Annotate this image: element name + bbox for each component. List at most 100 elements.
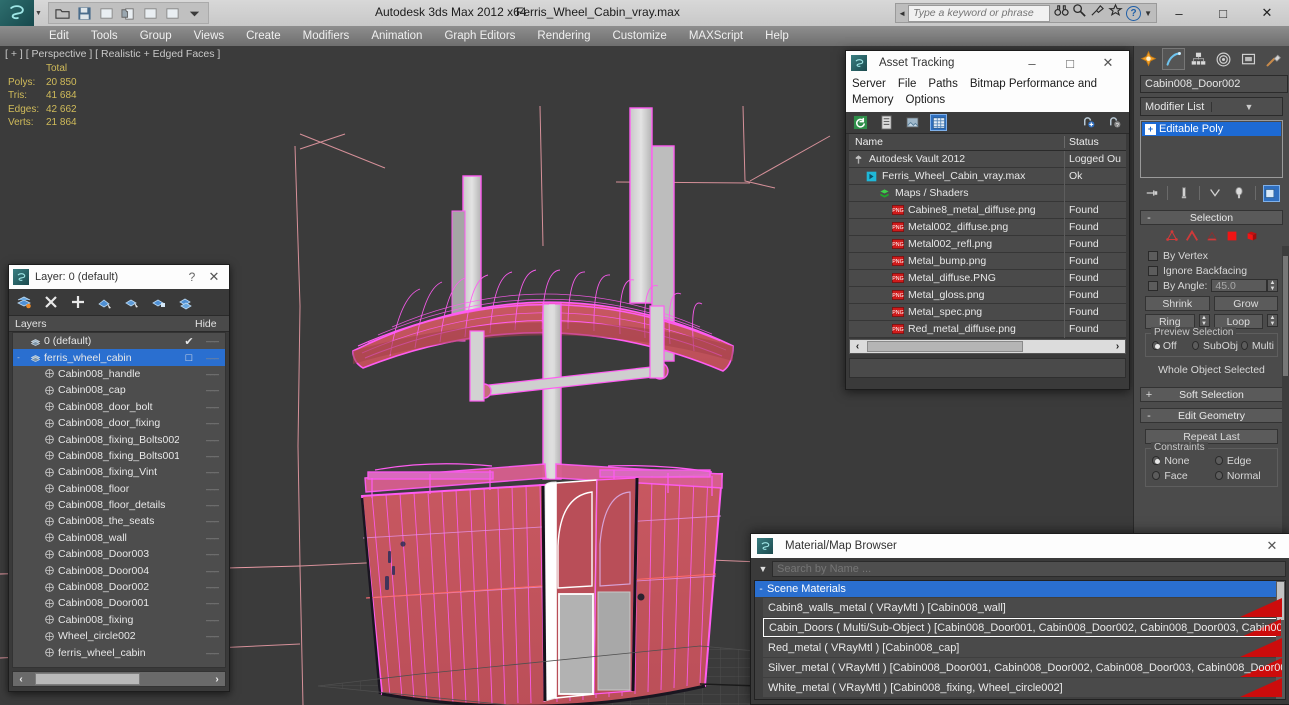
checkbox-ignore-backfacing[interactable]	[1148, 265, 1158, 276]
expander-icon[interactable]: -	[13, 353, 24, 362]
menu-item-modifiers[interactable]: Modifiers	[292, 26, 361, 46]
close-icon[interactable]: ✕	[1089, 55, 1127, 71]
command-panel-scrollbar[interactable]	[1282, 246, 1289, 576]
qat-dropdown-icon[interactable]	[185, 4, 204, 22]
layer-object-row[interactable]: Cabin008_floor ‒‒‒	[13, 481, 225, 497]
close-icon[interactable]: ✕	[203, 269, 225, 285]
collapse-icon[interactable]: -	[1141, 212, 1157, 224]
material-row[interactable]: White_metal ( VRayMtl ) [Cabin008_fixing…	[763, 678, 1282, 697]
layer-list[interactable]: 0 (default) ✔ ‒‒‒ - ferris_wheel_cabin □ ‒‒‒ Ca…	[12, 332, 226, 668]
layer-hide-cell[interactable]: ‒‒‒	[199, 648, 225, 658]
radio-preview-subobj[interactable]	[1192, 341, 1199, 350]
layer-visibility-toggle[interactable]: □	[179, 352, 199, 364]
asset-menu-server[interactable]: Server	[852, 78, 886, 90]
material-row[interactable]: Cabin8_walls_metal ( VRayMtl ) [Cabin008…	[763, 598, 1282, 617]
layer-object-row[interactable]: Cabin008_Door001 ‒‒‒	[13, 595, 225, 611]
expand-icon[interactable]: +	[1141, 389, 1157, 401]
remove-modifier-icon[interactable]	[1231, 185, 1248, 202]
vertex-icon[interactable]	[1165, 229, 1179, 248]
layer-hide-cell[interactable]: ‒‒‒	[199, 533, 225, 543]
material-browser-titlebar[interactable]: Material/Map Browser ✕	[751, 534, 1289, 558]
asset-row[interactable]: Maps / Shaders	[849, 184, 1126, 202]
menu-item-help[interactable]: Help	[754, 26, 800, 46]
new-layer-icon[interactable]	[15, 293, 33, 311]
layer-object-row[interactable]: Cabin008_fixing_Bolts002 ‒‒‒	[13, 431, 225, 447]
menu-item-rendering[interactable]: Rendering	[526, 26, 601, 46]
material-list[interactable]: - Scene Materials Cabin8_walls_metal ( V…	[754, 580, 1286, 700]
layer-hide-cell[interactable]: ‒‒‒	[199, 484, 225, 494]
asset-list-hscrollbar[interactable]: ‹ ›	[849, 339, 1126, 354]
minimize-button[interactable]: –	[1013, 56, 1051, 71]
asset-row[interactable]: Ferris_Wheel_Cabin_vray.max Ok	[849, 167, 1126, 185]
search-options-icon[interactable]: ▼	[754, 564, 772, 574]
checkbox-by-vertex[interactable]	[1148, 250, 1158, 261]
by-angle-row[interactable]: By Angle: 45.0 ▲ ▼	[1142, 278, 1281, 293]
by-angle-value[interactable]: 45.0	[1211, 279, 1267, 292]
radio-preview-off[interactable]	[1152, 341, 1160, 350]
layer-object-row[interactable]: Cabin008_door_bolt ‒‒‒	[13, 399, 225, 415]
scroll-thumb[interactable]	[1283, 256, 1288, 376]
rollout-selection-header[interactable]: - Selection	[1140, 210, 1283, 225]
menu-item-edit[interactable]: Edit	[38, 26, 80, 46]
select-highlight-icon[interactable]	[123, 293, 141, 311]
asset-row[interactable]: PNG Metal002_refl.png Found	[849, 235, 1126, 253]
scroll-left-icon[interactable]: ‹	[850, 341, 865, 352]
material-search-input[interactable]	[772, 560, 1286, 577]
layer-hide-cell[interactable]: ‒‒‒	[199, 369, 225, 379]
menu-item-graph-editors[interactable]: Graph Editors	[433, 26, 526, 46]
hierarchy-tab[interactable]	[1187, 48, 1210, 70]
scene-materials-group-header[interactable]: - Scene Materials	[755, 581, 1285, 597]
material-row[interactable]: Silver_metal ( VRayMtl ) [Cabin008_Door0…	[763, 658, 1282, 677]
grid-view-icon[interactable]	[930, 114, 947, 131]
scroll-left-icon[interactable]: ‹	[13, 674, 29, 685]
satellite-icon[interactable]	[1090, 3, 1105, 23]
checkbox-ignore-backfacing-row[interactable]: Ignore Backfacing	[1142, 263, 1281, 278]
open-icon[interactable]	[53, 4, 72, 22]
asset-row[interactable]: PNG Metal_gloss.png Found	[849, 286, 1126, 304]
motion-tab[interactable]	[1212, 48, 1235, 70]
rollout-edit-geometry-header[interactable]: - Edit Geometry	[1140, 408, 1283, 423]
rollout-soft-selection-header[interactable]: + Soft Selection	[1140, 387, 1283, 402]
close-button[interactable]: ✕	[1245, 0, 1289, 26]
by-angle-spinner[interactable]: ▲ ▼	[1267, 279, 1278, 292]
set-current-layer-icon[interactable]	[177, 293, 195, 311]
modify-tab[interactable]	[1162, 48, 1185, 70]
asset-menu-file[interactable]: File	[898, 78, 917, 90]
redo-icon[interactable]	[163, 4, 182, 22]
layer-hide-cell[interactable]: ‒‒‒	[199, 516, 225, 526]
binoculars-icon[interactable]	[1054, 3, 1069, 23]
app-logo-icon[interactable]	[0, 0, 34, 26]
radio-constraint-face[interactable]	[1152, 471, 1161, 480]
create-tab[interactable]	[1137, 48, 1160, 70]
checkbox-by-angle[interactable]	[1148, 280, 1158, 291]
hide-layer-icon[interactable]	[150, 293, 168, 311]
ring-spinner[interactable]: ▲ ▼	[1198, 314, 1210, 327]
maximize-button[interactable]: □	[1051, 56, 1089, 71]
delete-layer-icon[interactable]	[42, 293, 60, 311]
layer-object-row[interactable]: Cabin008_door_fixing ‒‒‒	[13, 415, 225, 431]
undo-icon[interactable]	[97, 4, 116, 22]
refresh-icon[interactable]	[852, 114, 869, 131]
thumbnail-view-icon[interactable]	[904, 114, 921, 131]
modifier-stack-item-editable-poly[interactable]: + Editable Poly	[1142, 122, 1281, 136]
display-tab[interactable]	[1237, 48, 1260, 70]
asset-list[interactable]: Autodesk Vault 2012 Logged Ou Ferris_Wheel…	[849, 150, 1126, 338]
expand-icon[interactable]: +	[1145, 123, 1156, 135]
menu-item-animation[interactable]: Animation	[360, 26, 433, 46]
layer-hide-cell[interactable]: ‒‒‒	[199, 402, 225, 412]
scroll-thumb[interactable]	[867, 341, 1023, 352]
layer-hide-cell[interactable]: ‒‒‒	[199, 631, 225, 641]
layer-object-row[interactable]: Wheel_circle002 ‒‒‒	[13, 628, 225, 644]
layer-row[interactable]: 0 (default) ✔ ‒‒‒	[13, 333, 225, 349]
menu-item-group[interactable]: Group	[129, 26, 183, 46]
scroll-right-icon[interactable]: ›	[209, 674, 225, 685]
search-expand-icon[interactable]: ◄	[896, 9, 908, 18]
menu-item-views[interactable]: Views	[183, 26, 235, 46]
menu-item-customize[interactable]: Customize	[601, 26, 677, 46]
radio-constraint-edge[interactable]	[1214, 456, 1223, 465]
scroll-right-icon[interactable]: ›	[1110, 341, 1125, 352]
grow-button[interactable]: Grow	[1213, 296, 1278, 311]
collapse-icon[interactable]: -	[755, 584, 767, 595]
pin-stack-icon[interactable]	[1143, 185, 1160, 202]
asset-row[interactable]: PNG Red_metal_diffuse.png Found	[849, 320, 1126, 338]
